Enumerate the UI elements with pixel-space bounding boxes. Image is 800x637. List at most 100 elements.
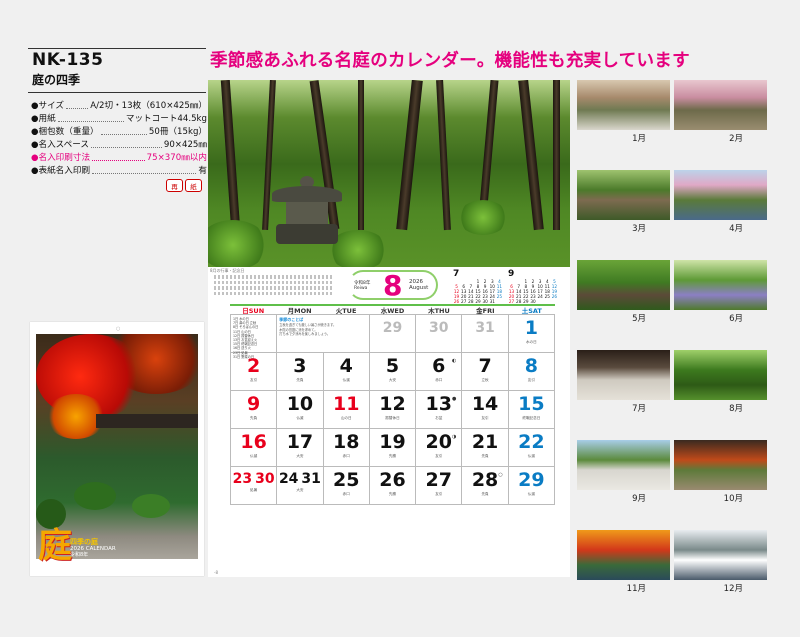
day-cell[interactable]: 15 終戦記念日 — [508, 391, 555, 429]
day-cell[interactable]: 10 仏滅 — [277, 391, 324, 429]
day-number: 29 — [518, 469, 545, 491]
day-number: 14 — [471, 393, 499, 415]
day-cell[interactable]: 11 山の日 — [323, 391, 370, 429]
month-thumbnail[interactable] — [674, 260, 767, 310]
day-cell[interactable]: 9 先負 — [231, 391, 278, 429]
day-number: 27 — [425, 469, 452, 491]
month-thumbnail[interactable] — [577, 440, 670, 490]
day-cell[interactable]: 31 — [462, 315, 509, 353]
day-cell[interactable]: 16 仏滅 — [231, 429, 278, 467]
day-cell[interactable]: 25 赤口 — [323, 467, 370, 505]
day-cell[interactable]: 23 30 処暑 — [231, 467, 278, 505]
day-number: 5 — [385, 355, 400, 377]
day-cell[interactable]: 28 先負 ○ — [462, 467, 509, 505]
thumbnail-label: 6月 — [729, 314, 743, 324]
spec-leader — [66, 100, 89, 109]
spec-leader — [57, 113, 124, 122]
day-cell[interactable]: 22 仏滅 — [508, 429, 555, 467]
day-cell[interactable]: 21 先負 — [462, 429, 509, 467]
headline: 季節感あふれる名庭のカレンダー。機能性も充実しています — [210, 51, 690, 71]
cover-kanji: 庭 — [38, 526, 72, 566]
day-cell[interactable]: 13 お盆 ● — [416, 391, 463, 429]
thumbnail-label: 11月 — [626, 584, 646, 594]
day-cell[interactable]: 4 仏滅 — [323, 353, 370, 391]
day-cell[interactable]: 7 立秋 — [462, 353, 509, 391]
day-cell[interactable]: 14 友引 — [462, 391, 509, 429]
day-cell[interactable]: 26 先勝 — [369, 467, 417, 505]
day-number: 31 — [475, 320, 495, 336]
day-note: 振替休日 — [385, 416, 400, 420]
year-label: 2026 August — [409, 279, 429, 291]
month-thumbnail[interactable] — [577, 350, 670, 400]
day-number: 15 — [518, 393, 545, 415]
spec-key: ●サイズ — [31, 101, 65, 111]
spec-value: 75×370㎜以内 — [146, 153, 207, 163]
day-cell[interactable]: 30 — [416, 315, 463, 353]
day-cell[interactable]: 24 31 大安 — [277, 467, 324, 505]
day-note: 大安 — [388, 378, 397, 382]
day-cell[interactable]: 27 友引 — [416, 467, 463, 505]
day-cell[interactable]: 18 赤口 — [323, 429, 370, 467]
spec-value: マットコート44.5kg — [125, 114, 207, 124]
thumbnail-label: 1月 — [632, 134, 646, 144]
day-note: 友引 — [250, 378, 258, 382]
day-number: 16 — [240, 431, 267, 453]
month-thumbnail[interactable] — [674, 440, 767, 490]
spec-row: ●用紙 マットコート44.5kg — [31, 113, 207, 126]
spec-key: ●名入スペース — [31, 140, 90, 150]
day-number: 18 — [332, 431, 360, 453]
thumbnail-label: 10月 — [723, 494, 743, 504]
day-number: 17 — [286, 431, 314, 453]
mini-month: 7 — [453, 269, 460, 279]
day-note: 水の日 — [525, 340, 537, 344]
day-cell[interactable]: 5 大安 — [369, 353, 417, 391]
day-number: 1 — [524, 317, 538, 339]
day-cell[interactable]: 3 先負 — [277, 353, 324, 391]
month-thumbnail[interactable] — [577, 260, 670, 310]
thumbnail-label: 12月 — [723, 584, 743, 594]
moon-phase-icon: ○ — [498, 472, 503, 478]
month-thumbnail[interactable] — [674, 170, 767, 220]
day-note: 先負 — [296, 378, 304, 382]
day-cell[interactable]: 8 友引 — [508, 353, 555, 391]
day-cell[interactable]: 17 大安 — [277, 429, 324, 467]
season-note: 季節のことば 立秋を過ぎても厳しい暑さが続きます。 木陰の苔庭に涼を求めて。 打ち水で… — [277, 315, 370, 353]
day-number: 10 — [286, 393, 314, 415]
day-note: 立秋 — [481, 378, 489, 382]
month-thumbnail[interactable] — [577, 170, 670, 220]
day-note: 仏滅 — [527, 492, 535, 496]
page-mark: -8 — [214, 570, 218, 575]
events-note: 8月の行事・記念日 — [210, 268, 245, 273]
month-thumbnail[interactable] — [674, 80, 767, 130]
spec-value: 50冊（15kg） — [148, 127, 207, 137]
month-thumbnail[interactable] — [674, 350, 767, 400]
month-thumbnail[interactable] — [577, 530, 670, 580]
moon-phase-icon: ● — [452, 396, 457, 402]
spec-leader — [92, 165, 197, 174]
day-note: 友引 — [481, 416, 489, 420]
day-cell[interactable]: 6 赤口 ◐ — [416, 353, 463, 391]
day-number: 12 — [379, 393, 406, 415]
cover-preview[interactable]: ○ 庭 四季の庭 2026 CALENDAR 令和8年 — [30, 322, 204, 576]
day-number: 7 — [478, 355, 492, 377]
month-number: 8 — [383, 269, 403, 302]
day-cell[interactable]: 1 水の日 — [508, 315, 555, 353]
thumbnail-label: 7月 — [632, 404, 646, 414]
day-note: 赤口 — [342, 454, 350, 458]
day-cell[interactable]: 12 振替休日 — [369, 391, 417, 429]
era-label: 令和8年 Reiwa — [354, 281, 371, 291]
day-note: 赤口 — [342, 492, 350, 496]
day-cell[interactable]: 29 — [369, 315, 417, 353]
day-note: 友引 — [435, 492, 443, 496]
day-cell[interactable]: 19 先勝 — [369, 429, 417, 467]
day-cell[interactable]: 20 友引 ◑ — [416, 429, 463, 467]
month-thumbnail[interactable] — [674, 530, 767, 580]
day-number: 22 — [518, 431, 545, 453]
mini-calendar-next: 9 1 2 3 4 5 6 7 8 9 10 11 12 13 14 15 16 17 18 19 20 21 22 23 24… — [508, 269, 558, 304]
day-note: 処暑 — [250, 488, 258, 492]
spec-list: ●サイズ A/2切・13枚（610×425㎜） ●用紙 マットコート44.5kg ●梱包… — [31, 100, 207, 178]
day-cell[interactable]: 29 仏滅 — [508, 467, 555, 505]
thumbnail-label: 5月 — [632, 314, 646, 324]
day-cell[interactable]: 2 友引 — [231, 353, 278, 391]
month-thumbnail[interactable] — [577, 80, 670, 130]
